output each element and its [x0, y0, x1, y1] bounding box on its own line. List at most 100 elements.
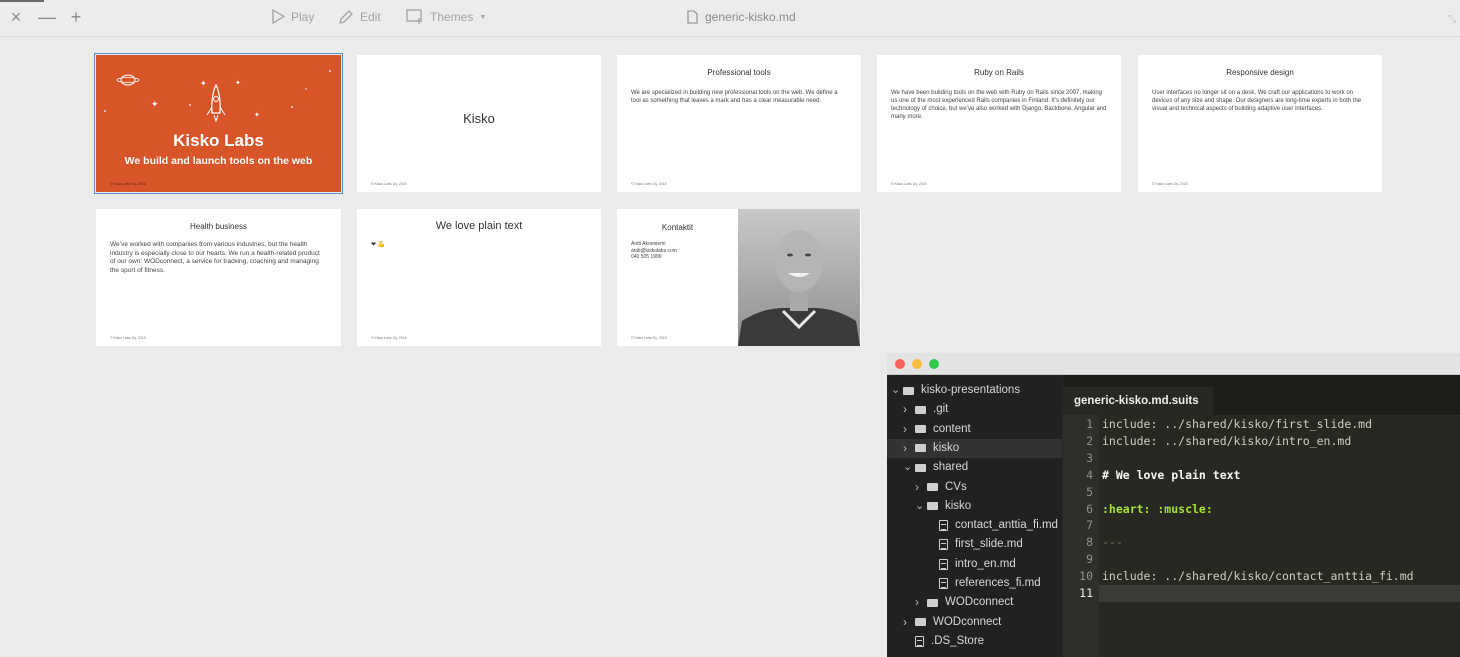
minimize-window-icon[interactable]: [912, 359, 922, 369]
tree-item-label: WODconnect: [933, 615, 1002, 628]
chevron-right-icon[interactable]: ›: [903, 400, 911, 419]
tree-item-label: references_fi.md: [955, 577, 1041, 589]
slide-title: We love plain text: [435, 220, 523, 232]
chevron-right-icon[interactable]: ›: [915, 478, 923, 497]
play-button[interactable]: Play: [272, 9, 314, 24]
document-title: generic-kisko.md: [687, 10, 796, 24]
tree-folder[interactable]: › .git: [887, 400, 1062, 419]
chevron-right-icon[interactable]: ›: [903, 613, 911, 632]
slide-footer: © Kisko Labs Oy, 2015: [891, 182, 927, 186]
folder-icon: [927, 502, 938, 511]
slide-body: User interfaces no longer sit on a desk.…: [1152, 90, 1362, 112]
zoom-window-icon[interactable]: [929, 359, 939, 369]
chevron-right-icon[interactable]: ›: [915, 593, 923, 612]
slide-title: Ruby on Rails: [974, 68, 1024, 77]
tree-item-label: kisko-presentations: [921, 384, 1021, 396]
slide-thumbnail[interactable]: Health business We’ve worked with compan…: [96, 209, 341, 346]
collapse-icon[interactable]: ⤡: [1448, 14, 1456, 25]
rocket-illustration: ✦ ✦ ✦ ✦ ✦: [104, 70, 331, 123]
document-filename: generic-kisko.md: [705, 10, 796, 24]
chevron-right-icon[interactable]: ›: [903, 420, 911, 439]
play-label: Play: [291, 9, 315, 24]
editor-tabs: generic-kisko.md.suits ×: [1063, 375, 1460, 435]
tree-folder[interactable]: › CVs: [887, 478, 1062, 497]
tab-generic-kisko[interactable]: generic-kisko.md.suits ×: [1063, 387, 1213, 435]
tree-folder[interactable]: › WODconnect: [887, 593, 1062, 612]
slide-footer: © Kisko Labs Oy, 2015: [110, 336, 146, 340]
tree-file[interactable]: contact_anttia_fi.md: [887, 516, 1062, 535]
chevron-down-icon[interactable]: ⌄: [891, 381, 900, 400]
slide-title: Health business: [190, 222, 247, 231]
tree-item-label: content: [933, 422, 971, 435]
tree-file[interactable]: .DS_Store: [887, 632, 1062, 651]
slide-emoji: ❤ 💪: [371, 242, 386, 248]
minimize-icon[interactable]: —: [38, 7, 56, 27]
slide-title: Professional tools: [707, 68, 771, 77]
slide-title: Responsive design: [1226, 68, 1294, 77]
slide-thumbnail[interactable]: Ruby on Rails We have been building tool…: [877, 55, 1121, 192]
chevron-right-icon[interactable]: ›: [903, 439, 911, 458]
tree-folder[interactable]: ⌄ kisko: [887, 497, 1062, 516]
tree-item-label: intro_en.md: [955, 557, 1016, 570]
tree-item-label: .git: [933, 403, 949, 416]
add-icon[interactable]: +: [68, 7, 84, 27]
tree-file[interactable]: references_fi.md: [887, 574, 1062, 593]
slide-thumbnail[interactable]: Responsive design User interfaces no lon…: [1138, 55, 1382, 192]
pencil-icon: [339, 10, 353, 24]
tree-item-label: .DS_Store: [931, 634, 985, 647]
line-number: 8: [1086, 535, 1093, 550]
code-line: ---: [1102, 535, 1123, 550]
folder-icon: [927, 483, 938, 491]
code-line: include: ../shared/kisko/first_slide.md: [1102, 417, 1373, 431]
tree-item-label: WODconnect: [945, 596, 1014, 609]
line-number: 2: [1086, 433, 1093, 448]
file-icon: [939, 558, 948, 570]
close-window-icon[interactable]: [895, 359, 905, 369]
tree-folder[interactable]: › WODconnect: [887, 613, 1062, 632]
code-line: include: ../shared/kisko/contact_anttia_…: [1102, 569, 1414, 584]
tree-item-label: shared: [933, 461, 969, 474]
line-number: 10: [1079, 569, 1093, 584]
file-icon: [915, 635, 924, 647]
editor-window: ⌄ kisko-presentations › .git › content › kisko ⌄…: [887, 353, 1460, 657]
slide-thumbnail[interactable]: Kisko © Kisko Labs Oy, 2015: [357, 55, 601, 192]
tree-folder[interactable]: ⌄ shared: [887, 458, 1062, 477]
code-editor[interactable]: 1 include: ../shared/kisko/first_slide.md…: [1063, 415, 1460, 657]
close-icon[interactable]: ×: [8, 7, 24, 27]
themes-icon: [406, 9, 422, 24]
slide-thumbnail[interactable]: We love plain text ❤ 💪 © Kisko Labs Oy, …: [357, 209, 601, 346]
slide-footer: © Kisko Labs Oy, 2015: [1152, 182, 1188, 186]
tree-file[interactable]: first_slide.md: [887, 535, 1062, 554]
current-line-highlight: [1099, 585, 1460, 602]
slide-thumbnail[interactable]: Kontaktit Antti Akonniemi antti@kiskolab…: [617, 209, 861, 346]
slide-footer: © Kisko Labs Oy, 2015: [631, 336, 667, 340]
tree-item-label: CVs: [945, 480, 967, 493]
tree-folder[interactable]: › content: [887, 420, 1062, 439]
tree-item-label: contact_anttia_fi.md: [955, 519, 1058, 532]
line-number: 7: [1086, 518, 1093, 533]
edit-button[interactable]: Edit: [338, 9, 381, 25]
slide-title: Kisko Labs: [173, 131, 264, 150]
line-number: 6: [1086, 501, 1093, 516]
tree-folder[interactable]: ⌄ kisko-presentations: [887, 381, 1062, 400]
tree-file[interactable]: intro_en.md: [887, 555, 1062, 574]
slide-footer: © Kisko Labs Oy, 2015: [371, 336, 407, 340]
chevron-down-icon[interactable]: ⌄: [915, 497, 924, 516]
editor-titlebar: [887, 353, 1460, 375]
folder-icon: [915, 444, 926, 453]
chevron-down-icon[interactable]: ⌄: [903, 458, 912, 477]
svg-text:✦: ✦: [200, 79, 207, 88]
edit-label: Edit: [360, 10, 381, 24]
folder-icon: [915, 618, 926, 627]
slide-body: We are specialized in building new profe…: [631, 90, 838, 104]
slide-footer: © Kisko Labs Oy, 2015: [110, 182, 146, 186]
themes-button[interactable]: Themes ▼: [406, 9, 486, 25]
slide-thumbnail[interactable]: ✦ ✦ ✦ ✦ ✦ Kisko Labs We build and launch…: [94, 53, 343, 194]
tree-folder[interactable]: › kisko: [887, 438, 1062, 458]
file-tree: ⌄ kisko-presentations › .git › content › kisko ⌄…: [887, 375, 1062, 657]
slide-thumbnail[interactable]: Professional tools We are specialized in…: [617, 55, 861, 192]
tree-item-label: kisko: [945, 499, 972, 512]
active-indicator: [0, 0, 44, 2]
document-icon: [687, 10, 698, 24]
app-toolbar: × — + Play Edit Themes ▼ generic-kisko.m…: [0, 0, 1460, 37]
